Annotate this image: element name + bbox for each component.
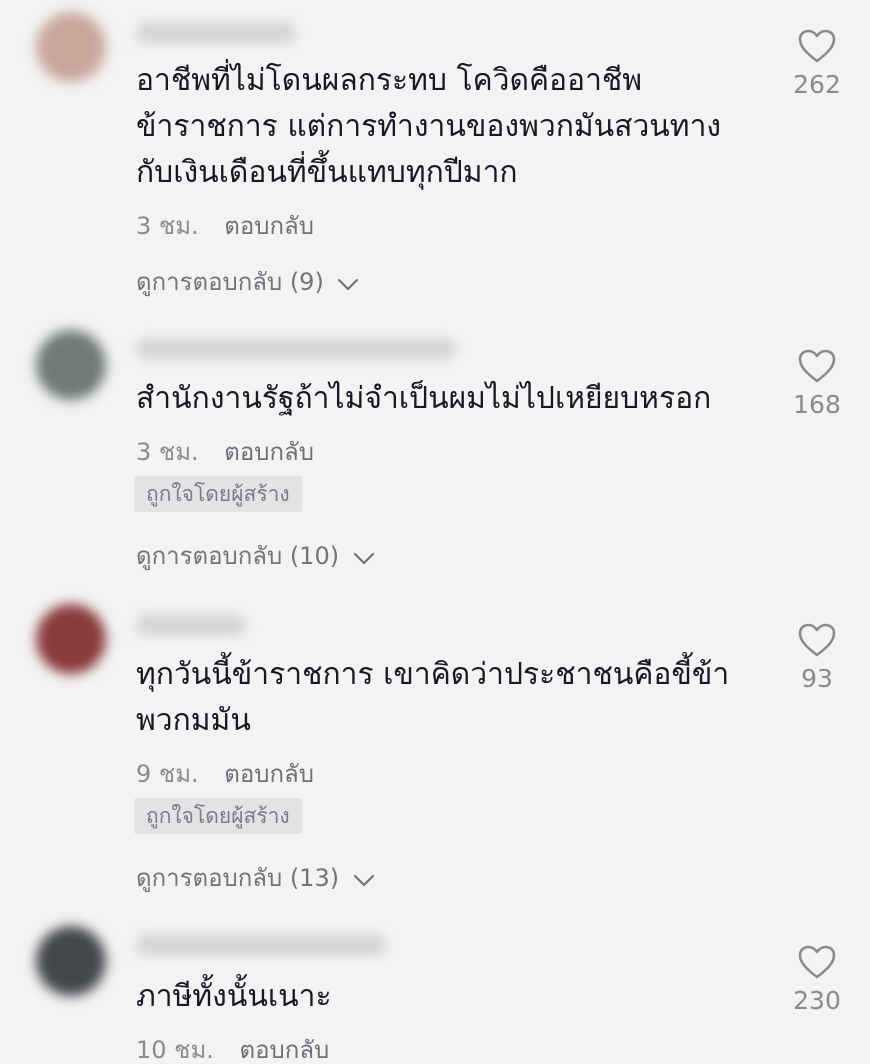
like-count: 93 xyxy=(801,664,833,693)
username-blurred[interactable] xyxy=(136,614,246,636)
comment-meta: 10 ชม. ตอบกลับ xyxy=(136,1030,329,1064)
like-button[interactable]: 230 xyxy=(780,944,854,1015)
comment-meta: 9 ชม. ตอบกลับ xyxy=(136,754,314,793)
view-replies-button[interactable]: ดูการตอบกลับ (13) xyxy=(136,858,375,897)
username-blurred[interactable] xyxy=(136,22,296,44)
comment-meta: 3 ชม. ตอบกลับ xyxy=(136,432,314,471)
reply-button[interactable]: ตอบกลับ xyxy=(224,212,314,240)
avatar[interactable] xyxy=(36,330,106,400)
like-count: 262 xyxy=(793,70,841,99)
comment-text: ภาษีทั้งนั้นเนาะ xyxy=(136,979,332,1014)
comment-text: อาชีพที่ไม่โดนผลกระทบ โควิดคืออาชีพ ข้าร… xyxy=(136,63,722,190)
creator-liked-badge: ถูกใจโดยผู้สร้าง xyxy=(134,476,302,512)
heart-icon xyxy=(798,945,836,979)
reply-button[interactable]: ตอบกลับ xyxy=(240,1036,330,1064)
comment-text: สำนักงานรัฐถ้าไม่จำเป็นผมไม่ไปเหยียบหรอก xyxy=(136,381,712,416)
like-count: 230 xyxy=(793,986,841,1015)
chevron-down-icon xyxy=(338,278,359,291)
like-button[interactable]: 168 xyxy=(780,348,854,419)
view-replies-button[interactable]: ดูการตอบกลับ (10) xyxy=(136,536,375,575)
username-blurred[interactable] xyxy=(136,338,456,360)
view-replies-label: ดูการตอบกลับ (13) xyxy=(136,864,340,892)
reply-button[interactable]: ตอบกลับ xyxy=(224,438,314,466)
comment-time: 3 ชม. xyxy=(136,212,199,240)
comment-time: 3 ชม. xyxy=(136,438,199,466)
heart-icon xyxy=(798,29,836,63)
creator-liked-badge: ถูกใจโดยผู้สร้าง xyxy=(134,798,302,834)
comment-text: ทุกวันนี้ข้าราชการ เขาคิดว่าประชาชนคือขี… xyxy=(136,657,730,738)
view-replies-button[interactable]: ดูการตอบกลับ (9) xyxy=(136,262,359,301)
like-count: 168 xyxy=(793,390,841,419)
comment-list: อาชีพที่ไม่โดนผลกระทบ โควิดคืออาชีพ ข้าร… xyxy=(0,0,870,1064)
avatar[interactable] xyxy=(36,12,106,82)
comment-time: 9 ชม. xyxy=(136,760,199,788)
heart-icon xyxy=(798,623,836,657)
avatar[interactable] xyxy=(36,926,106,996)
username-blurred[interactable] xyxy=(136,934,386,956)
avatar[interactable] xyxy=(36,604,106,674)
chevron-down-icon xyxy=(353,874,374,887)
comment-meta: 3 ชม. ตอบกลับ xyxy=(136,206,314,245)
comment-time: 10 ชม. xyxy=(136,1036,214,1064)
reply-button[interactable]: ตอบกลับ xyxy=(224,760,314,788)
like-button[interactable]: 93 xyxy=(780,622,854,693)
heart-icon xyxy=(798,349,836,383)
chevron-down-icon xyxy=(353,552,374,565)
like-button[interactable]: 262 xyxy=(780,28,854,99)
view-replies-label: ดูการตอบกลับ (10) xyxy=(136,542,340,570)
view-replies-label: ดูการตอบกลับ (9) xyxy=(136,268,324,296)
